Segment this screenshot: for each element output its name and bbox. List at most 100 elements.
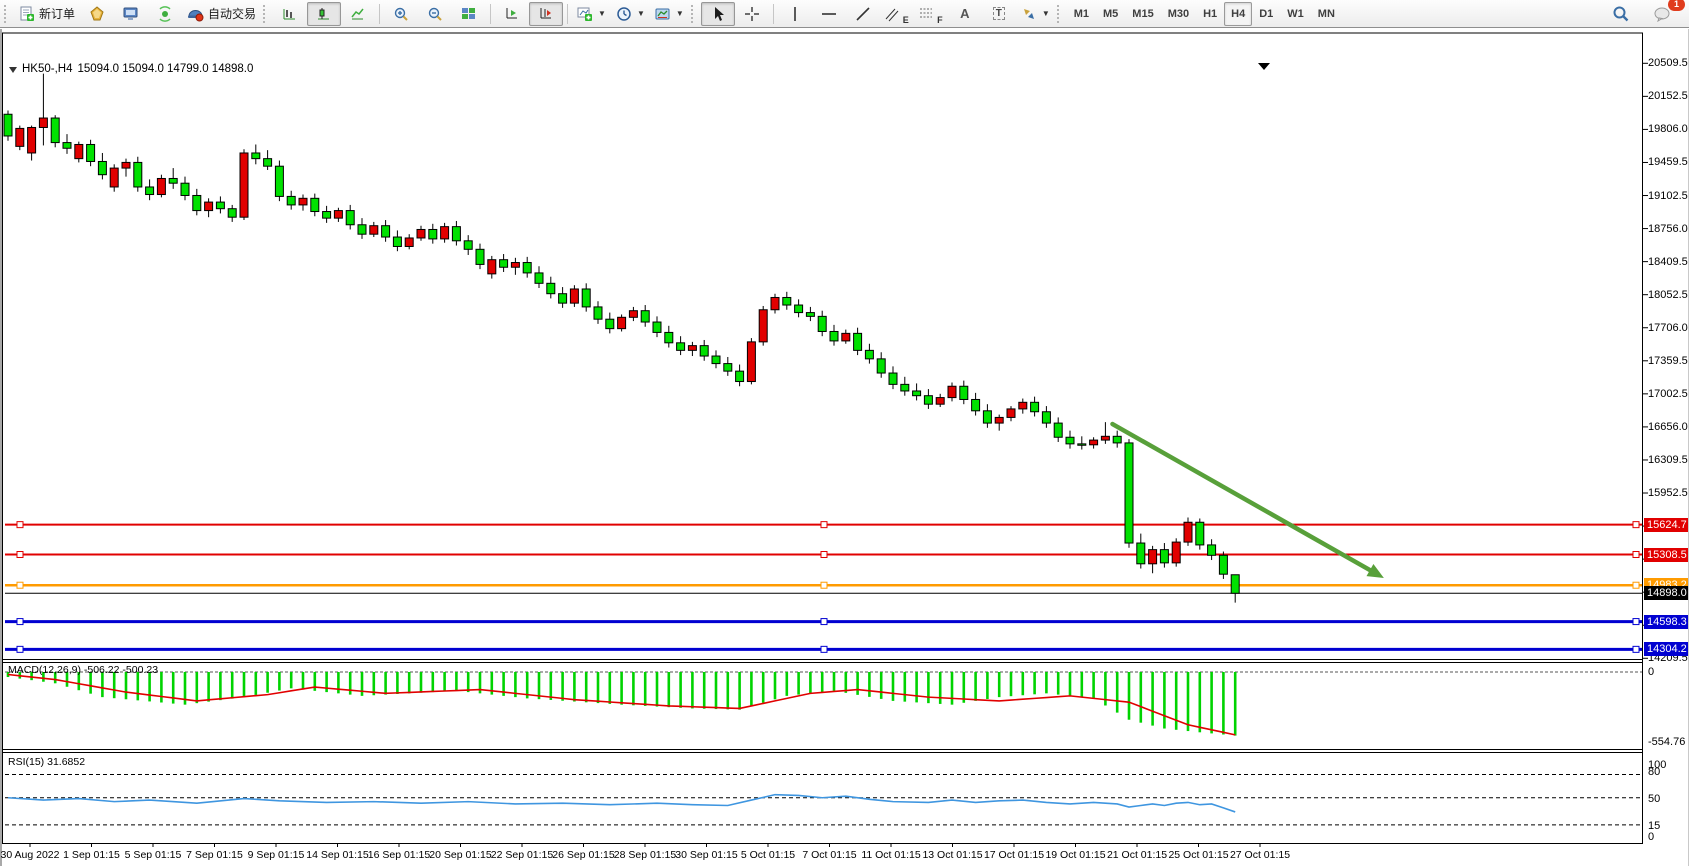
candle	[1172, 542, 1180, 563]
price-tick-label: 20509.5	[1648, 57, 1688, 69]
candle	[854, 333, 862, 350]
tab-H1[interactable]: H1	[1196, 2, 1224, 26]
collapse-icon[interactable]	[9, 67, 17, 73]
tab-H4[interactable]: H4	[1224, 2, 1252, 26]
level-handle[interactable]	[821, 582, 827, 588]
level-handle[interactable]	[17, 552, 23, 558]
horizontal-line-button[interactable]	[812, 2, 846, 26]
notifications-button[interactable]: 1	[1645, 2, 1679, 26]
candle	[559, 294, 567, 303]
channel-letter: E	[903, 15, 909, 25]
candle	[405, 238, 413, 246]
zoom-in-icon	[393, 6, 409, 22]
time-tick-label: 5 Sep 01:15	[125, 849, 182, 861]
chart-shift-marker[interactable]	[1258, 63, 1270, 70]
autotrading-icon	[187, 6, 204, 22]
indicators-button[interactable]: ▼	[572, 2, 611, 26]
line-chart-button[interactable]	[341, 2, 375, 26]
level-handle[interactable]	[17, 619, 23, 625]
candlestick-button[interactable]	[307, 2, 341, 26]
trendline-icon	[855, 6, 871, 22]
level-handle[interactable]	[821, 522, 827, 528]
navigator-button[interactable]	[148, 2, 182, 26]
tab-M30[interactable]: M30	[1161, 2, 1196, 26]
time-tick-label: 30 Sep 01:15	[675, 849, 737, 861]
toolbar-drag-handle[interactable]	[263, 5, 269, 23]
tile-windows-button[interactable]	[452, 2, 486, 26]
level-price-box: 15308.5	[1644, 548, 1689, 562]
toolbar-separator	[773, 4, 774, 24]
level-handle[interactable]	[1633, 619, 1639, 625]
crosshair-button[interactable]	[735, 2, 769, 26]
candle	[1042, 412, 1050, 423]
current-price-box: 14898.0	[1644, 586, 1689, 600]
time-tick-label: 9 Sep 01:15	[248, 849, 305, 861]
toolbar-separator	[490, 4, 491, 24]
candle	[134, 162, 142, 187]
cursor-button[interactable]	[701, 2, 735, 26]
level-handle[interactable]	[821, 552, 827, 558]
bar-chart-button[interactable]	[273, 2, 307, 26]
candle	[275, 166, 283, 196]
search-button[interactable]	[1603, 2, 1637, 26]
price-tick-label: 16656.0	[1648, 421, 1688, 433]
level-handle[interactable]	[17, 646, 23, 652]
tab-D1[interactable]: D1	[1252, 2, 1280, 26]
level-handle[interactable]	[1633, 552, 1639, 558]
chart-shift-button[interactable]	[529, 2, 563, 26]
candle	[653, 322, 661, 332]
candle	[346, 211, 354, 225]
price-tick-label: 19806.0	[1648, 123, 1688, 135]
chart-window[interactable]: HK50-,H4 15094.0 15094.0 14799.0 14898.0…	[0, 29, 1689, 866]
toolbar-drag-handle[interactable]	[1057, 5, 1063, 23]
new-order-button[interactable]: 新订单	[14, 2, 80, 26]
toolbar-separator	[567, 4, 568, 24]
candle	[311, 198, 319, 211]
level-handle[interactable]	[821, 646, 827, 652]
level-handle[interactable]	[17, 582, 23, 588]
candle	[181, 183, 189, 195]
level-price-box: 14304.2	[1644, 642, 1689, 656]
candle	[287, 196, 295, 204]
fibonacci-button[interactable]: F	[914, 2, 948, 26]
price-tick-label: 19459.5	[1648, 156, 1688, 168]
tab-MN[interactable]: MN	[1311, 2, 1342, 26]
cursor-icon	[711, 6, 725, 22]
zoom-in-button[interactable]	[384, 2, 418, 26]
candle	[1019, 402, 1027, 409]
channel-button[interactable]: E	[880, 2, 914, 26]
notification-badge: 1	[1668, 0, 1685, 11]
level-handle[interactable]	[1633, 522, 1639, 528]
text-button[interactable]: A	[948, 2, 982, 26]
tab-M15[interactable]: M15	[1125, 2, 1160, 26]
tab-W1[interactable]: W1	[1280, 2, 1311, 26]
data-window-button[interactable]	[114, 2, 148, 26]
toolbar-drag-handle[interactable]	[691, 5, 697, 23]
chart-ohlc: 15094.0 15094.0 14799.0 14898.0	[78, 63, 254, 75]
vertical-line-button[interactable]	[778, 2, 812, 26]
templates-button[interactable]: ▼	[650, 2, 689, 26]
level-handle[interactable]	[1633, 582, 1639, 588]
chart-canvas[interactable]	[2, 29, 1689, 866]
text-label-button[interactable]: T	[982, 2, 1016, 26]
candle	[264, 159, 272, 167]
periods-button[interactable]: ▼	[611, 2, 650, 26]
zoom-out-icon	[427, 6, 443, 22]
candle	[582, 289, 590, 307]
trendline-button[interactable]	[846, 2, 880, 26]
zoom-out-button[interactable]	[418, 2, 452, 26]
tab-M1[interactable]: M1	[1067, 2, 1096, 26]
auto-scroll-button[interactable]	[495, 2, 529, 26]
level-handle[interactable]	[1633, 646, 1639, 652]
arrows-button[interactable]: ▼	[1016, 2, 1055, 26]
tab-M5[interactable]: M5	[1096, 2, 1125, 26]
level-handle[interactable]	[821, 619, 827, 625]
level-handle[interactable]	[17, 522, 23, 528]
autotrading-button[interactable]: 自动交易	[182, 2, 261, 26]
toolbar-drag-handle[interactable]	[4, 5, 10, 23]
candle	[75, 144, 83, 158]
candle	[452, 227, 460, 241]
chart-profile-button[interactable]	[80, 2, 114, 26]
price-tick-label: 20152.5	[1648, 90, 1688, 102]
time-tick-label: 28 Sep 01:15	[614, 849, 676, 861]
